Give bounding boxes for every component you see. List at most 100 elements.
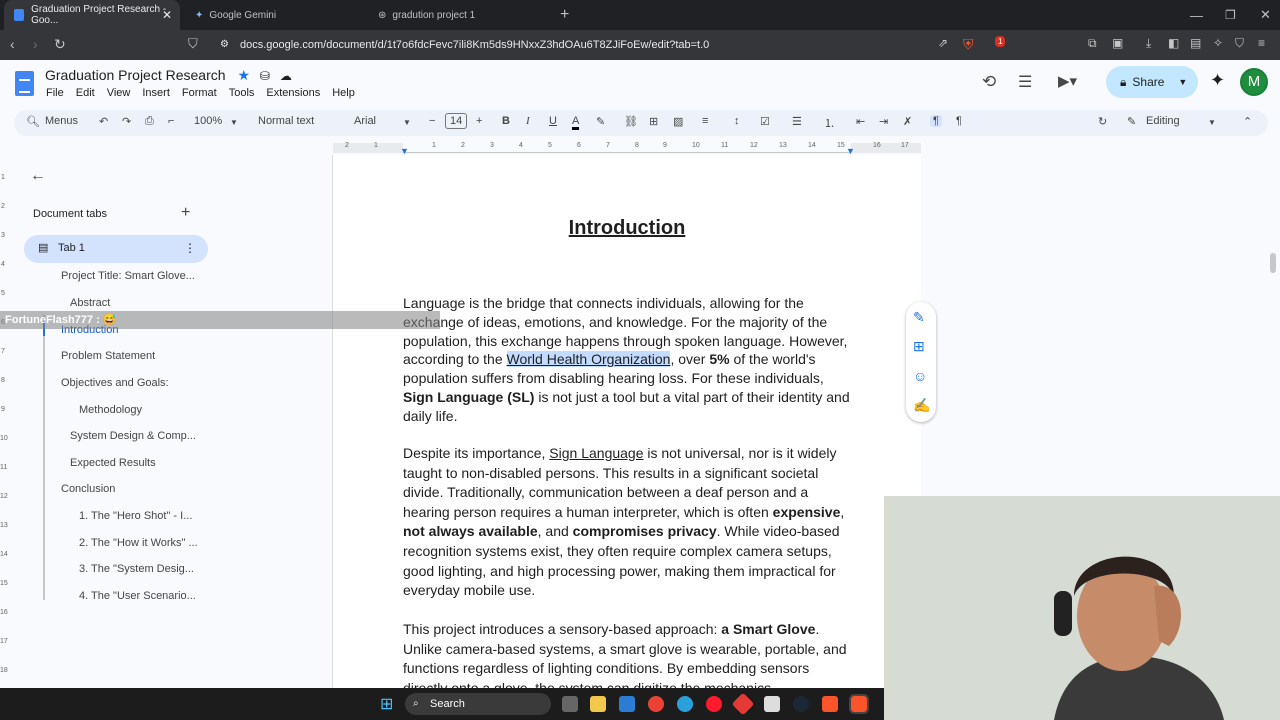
brave-icon[interactable] [822, 696, 838, 712]
checklist-icon[interactable]: ☑ [760, 115, 770, 128]
version-history-icon[interactable]: ⟲ [982, 72, 996, 92]
line-spacing-icon[interactable]: ↕ [734, 115, 740, 127]
font-select[interactable]: Arial [354, 115, 376, 127]
doc-title[interactable]: Graduation Project Research ★ ⛁ ☁ [45, 67, 292, 84]
outline-item[interactable]: Abstract [70, 297, 110, 309]
menu-extensions[interactable]: Extensions [266, 87, 320, 99]
brave-shield-icon[interactable]: ⛨ [963, 36, 974, 53]
telegram-icon[interactable] [677, 696, 693, 712]
browser-tab-project[interactable]: ⊛ gradution project 1 [368, 0, 548, 30]
menus-search[interactable]: Menus [45, 115, 78, 127]
outline-item[interactable]: 2. The "How it Works" ... [79, 537, 198, 549]
text-color-icon[interactable]: A [572, 115, 580, 130]
paragraph-1[interactable]: Language is the bridge that connects ind… [403, 294, 853, 426]
ltr-icon[interactable]: ¶ [930, 115, 942, 127]
app-icon[interactable] [731, 692, 755, 716]
outline-item[interactable]: Expected Results [70, 457, 156, 469]
docs-logo-icon[interactable] [15, 71, 34, 96]
font-size-input[interactable]: 14 [445, 113, 468, 129]
document-page[interactable]: Introduction Language is the bridge that… [333, 155, 921, 688]
close-window-icon[interactable]: ✕ [1250, 0, 1280, 30]
outline-item[interactable]: System Design & Comp... [70, 430, 196, 442]
undo-icon[interactable]: ↶ [99, 115, 108, 128]
emoji-reaction-icon[interactable]: ☺ [913, 368, 927, 384]
bookmark-icon[interactable]: ⛉ [188, 36, 198, 52]
chevron-down-icon[interactable]: ▼ [1178, 77, 1187, 87]
outline-item[interactable]: Project Title: Smart Glove... [61, 270, 195, 282]
menu-view[interactable]: View [107, 87, 131, 99]
suggest-edits-icon[interactable]: ✍ [913, 397, 930, 414]
close-tab-icon[interactable]: ✕ [162, 8, 172, 22]
edit-mode-icon[interactable]: ↻ [1098, 115, 1107, 128]
rtl-icon[interactable]: ¶ [956, 115, 962, 127]
minimize-icon[interactable]: — [1180, 0, 1213, 30]
gemini-icon[interactable]: ✦ [1210, 70, 1225, 91]
share-button[interactable]: 🔒︎ Share ▼ [1106, 66, 1198, 98]
reload-icon[interactable]: ↻ [54, 36, 66, 53]
steam-icon[interactable] [793, 696, 809, 712]
numbered-list-icon[interactable]: ⒈ [824, 115, 835, 131]
who-link[interactable]: World Health Organization [506, 351, 671, 368]
maximize-icon[interactable]: ❐ [1215, 0, 1246, 30]
outline-item[interactable]: Problem Statement [61, 350, 155, 362]
increase-size-icon[interactable]: + [476, 115, 482, 127]
zoom-select[interactable]: 100% [194, 115, 222, 127]
menu-insert[interactable]: Insert [142, 87, 170, 99]
wallet-icon[interactable]: ▤ [1190, 36, 1201, 50]
outline-item[interactable]: 4. The "User Scenario... [79, 590, 196, 602]
paragraph-2[interactable]: Despite its importance, Sign Language is… [403, 444, 853, 601]
site-info-icon[interactable]: ⚙ [220, 35, 229, 55]
style-select[interactable]: Normal text [258, 115, 314, 127]
browser-tab-docs[interactable]: Graduation Project Research - Goo... ✕ [4, 0, 180, 30]
collapse-toolbar-icon[interactable]: ⌃ [1243, 115, 1252, 128]
avatar[interactable]: M [1240, 68, 1268, 96]
browser-tab-gemini[interactable]: ✦ Google Gemini [185, 0, 365, 30]
underline-icon[interactable]: U [549, 115, 557, 127]
menu-icon[interactable]: ≡ [1258, 36, 1265, 50]
sidebar-toggle-icon[interactable]: ◧ [1168, 36, 1179, 50]
redo-icon[interactable]: ↷ [122, 115, 131, 128]
star-icon[interactable]: ★ [237, 67, 250, 83]
mode-select[interactable]: Editing [1146, 115, 1180, 127]
task-view-icon[interactable] [562, 696, 578, 712]
decrease-indent-icon[interactable]: ⇤ [856, 115, 865, 128]
outline-item[interactable]: Methodology [79, 404, 142, 416]
screenshot-icon[interactable]: ▣ [1112, 36, 1123, 50]
insert-image-icon[interactable]: ▨ [673, 115, 683, 128]
forward-icon[interactable]: › [33, 36, 38, 52]
share-page-icon[interactable]: ⇗ [938, 36, 948, 50]
paragraph-3[interactable]: This project introduces a sensory-based … [403, 620, 853, 688]
add-comment-icon[interactable]: ⊞ [649, 115, 658, 128]
comments-icon[interactable]: ☰ [1018, 72, 1032, 92]
highlight-icon[interactable]: ✎ [596, 115, 605, 128]
url-field[interactable]: ⚙ docs.google.com/document/d/1t7o6fdcFev… [210, 35, 930, 55]
menu-file[interactable]: File [46, 87, 64, 99]
edit-suggest-icon[interactable]: ✎ [913, 309, 925, 326]
clear-formatting-icon[interactable]: ✗ [903, 115, 912, 128]
back-icon[interactable]: ‹ [10, 36, 15, 52]
extensions-icon[interactable]: ⧉ [1088, 36, 1097, 51]
windows-start-icon[interactable]: ⊞ [380, 694, 393, 714]
print-icon[interactable]: ⎙ [145, 115, 154, 128]
add-comment-icon[interactable]: ⊞ [913, 338, 925, 355]
outline-item[interactable]: 3. The "System Desig... [79, 563, 194, 575]
bold-icon[interactable]: B [502, 115, 510, 127]
sign-language-link[interactable]: Sign Language [549, 445, 643, 461]
italic-icon[interactable]: I [526, 115, 530, 127]
increase-indent-icon[interactable]: ⇥ [879, 115, 888, 128]
scrollbar-thumb[interactable] [1270, 253, 1276, 273]
outline-item[interactable]: Objectives and Goals: [61, 377, 169, 389]
menu-format[interactable]: Format [182, 87, 217, 99]
menu-tools[interactable]: Tools [229, 87, 255, 99]
vpn-icon[interactable]: ⛉ [1235, 36, 1244, 51]
chrome-icon[interactable] [648, 696, 664, 712]
taskbar-search[interactable]: ⌕ Search [405, 693, 551, 715]
meet-icon[interactable]: ▶▾ [1058, 72, 1077, 90]
paint-format-icon[interactable]: ⌐ [168, 115, 174, 127]
outline-item[interactable]: Conclusion [61, 483, 115, 495]
rewards-badge[interactable]: 1 [995, 36, 1006, 47]
add-tab-icon[interactable]: + [181, 204, 190, 222]
leo-icon[interactable]: ✧ [1213, 36, 1223, 50]
move-folder-icon[interactable]: ⛁ [260, 69, 270, 83]
link-icon[interactable]: ⛓ [624, 115, 638, 128]
